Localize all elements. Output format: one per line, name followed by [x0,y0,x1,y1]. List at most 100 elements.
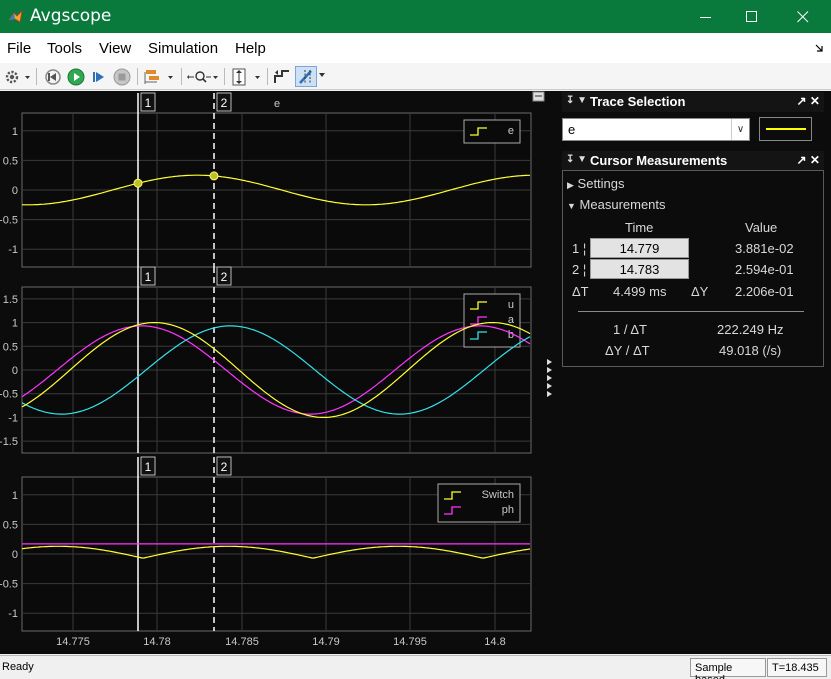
scope-title: e [274,98,280,110]
cursor-label: 1 [145,460,152,474]
y-tick-label: -1 [8,608,18,620]
x-tick-label: 14.79 [312,636,340,648]
maximize-button[interactable] [729,0,775,33]
stop-button[interactable] [113,66,131,87]
scope-plots: e10.50-0.5-11 2e1.510.50-0.5-1-1.51 2uab10… [0,91,552,648]
cursor2-time-field[interactable]: 14.783 [590,259,689,279]
scope-display: e 1 0.5 0 -0.5 -1 1 2 e 1.5 1 0.5 0 -0.5 -1 -1.5 1 2 u a b 1 0… [0,91,556,654]
cursor-measurements-panel: ▶ Settings ▼ Measurements Time Value 1 ¦… [562,170,824,367]
cursor-label: 2 [221,270,228,284]
toolbar [0,63,831,90]
status-mode: Sample based [690,658,766,679]
step-forward-button[interactable] [90,66,108,87]
cursor1-value: 3.881e-02 [735,241,794,256]
cursor2-label: 2 ¦ [572,262,587,277]
trace-color-swatch[interactable] [759,117,812,141]
x-tick-label: 14.775 [56,636,90,648]
trace-selection-header: ↧ ▼ Trace Selection ↗ ✕ [562,92,824,112]
collapse-arrow-icon [547,375,552,381]
cursor-measurements-header: ↧ ▼ Cursor Measurements ↗ ✕ [562,151,824,171]
collapse-arrow-icon [547,391,552,397]
status-ready: Ready [2,661,34,673]
pin-icon[interactable]: ↧ ▼ [566,95,587,106]
cursor-label: 1 [145,96,152,110]
settings-expander[interactable]: ▶ Settings [567,176,625,191]
collapse-arrow-icon [547,367,552,373]
y-tick-label: -1 [8,244,18,256]
cursor-measurements-icon [299,69,312,84]
menu-help[interactable]: Help [235,40,266,57]
expand-right-icon: ▶ [567,180,574,190]
matlab-icon [8,9,23,23]
legend-label: u [508,299,514,311]
y-tick-label: 0 [12,365,18,377]
x-tick-label: 14.8 [484,636,505,648]
triggers-button[interactable] [273,66,291,87]
scale-axes-icon [232,68,260,85]
y-tick-label: -1.5 [0,436,18,448]
col-time-header: Time [625,220,654,235]
menu-tools[interactable]: Tools [47,40,82,57]
settings-gear-icon [5,70,30,83]
y-tick-label: 1 [12,318,18,330]
chevron-down-icon[interactable]: ∨ [731,119,749,140]
undock-close-icon[interactable]: ↗ ✕ [797,153,820,167]
expand-down-icon: ▼ [567,201,576,211]
y-tick-label: -1 [8,412,18,424]
cursor-marker [209,171,219,181]
y-tick-label: 0 [12,549,18,561]
undock-close-icon[interactable]: ↗ ✕ [797,94,820,108]
title-bar: Avgscope [0,0,831,33]
menu-file[interactable]: File [7,40,31,57]
cursor-label: 2 [221,96,228,110]
zoom-icon [187,70,218,83]
run-button[interactable] [67,66,85,87]
measurements-expander[interactable]: ▼ Measurements [567,197,666,212]
menu-view[interactable]: View [99,40,131,57]
cursor-label: 1 [145,270,152,284]
window-title: Avgscope [30,6,112,26]
y-tick-label: -0.5 [0,389,18,401]
trace-select-dropdown[interactable]: e ∨ [562,118,750,141]
cursor1-time-field[interactable]: 14.779 [590,238,689,258]
menu-simulation[interactable]: Simulation [148,40,218,57]
y-tick-label: 1 [12,490,18,502]
menu-bar: File Tools View Simulation Help [0,33,831,63]
trace-selection-title: Trace Selection [590,94,686,109]
x-tick-label: 14.78 [143,636,171,648]
close-button[interactable] [780,0,826,33]
measurements-label: Measurements [579,197,666,212]
step-forward-icon [93,71,104,82]
signal-select-button[interactable] [143,66,177,87]
undock-icon [532,91,545,102]
status-bar: Ready Sample based T=18.435 [0,655,831,679]
y-tick-label: 1.5 [3,294,18,306]
delta-y-label: ΔY [691,284,709,299]
pin-arrow-icon[interactable] [815,43,825,53]
minimize-button[interactable] [683,0,729,33]
zoom-button[interactable] [187,66,221,87]
cursor-measurements-button[interactable] [295,66,317,87]
y-tick-label: 0.5 [3,155,18,167]
legend-label: e [508,125,514,137]
step-back-button[interactable] [44,66,62,87]
plot-uab: 1.510.50-0.5-1-1.51 2uab [0,266,532,454]
delta-t-label: ΔT [572,284,589,299]
y-tick-label: 0.5 [3,519,18,531]
delta-y-value: 2.206e-01 [735,284,794,299]
scale-axes-button[interactable] [230,66,264,87]
step-back-icon [45,68,61,85]
cursor-marker [133,178,143,188]
x-tick-label: 14.785 [225,636,259,648]
y-tick-label: 0.5 [3,341,18,353]
settings-button[interactable] [3,66,31,87]
maximize-icon [746,10,757,22]
status-time: T=18.435 [767,658,827,677]
right-panel: ↧ ▼ Trace Selection ↗ ✕ e ∨ ↧ ▼ Cursor M… [556,91,831,654]
pin-icon[interactable]: ↧ ▼ [566,154,587,165]
cursor-dropdown-icon[interactable] [319,73,327,79]
trace-select-value: e [568,122,576,137]
legend-label: b [508,329,514,341]
col-value-header: Value [745,220,778,235]
legend-label: Switch [482,489,514,501]
